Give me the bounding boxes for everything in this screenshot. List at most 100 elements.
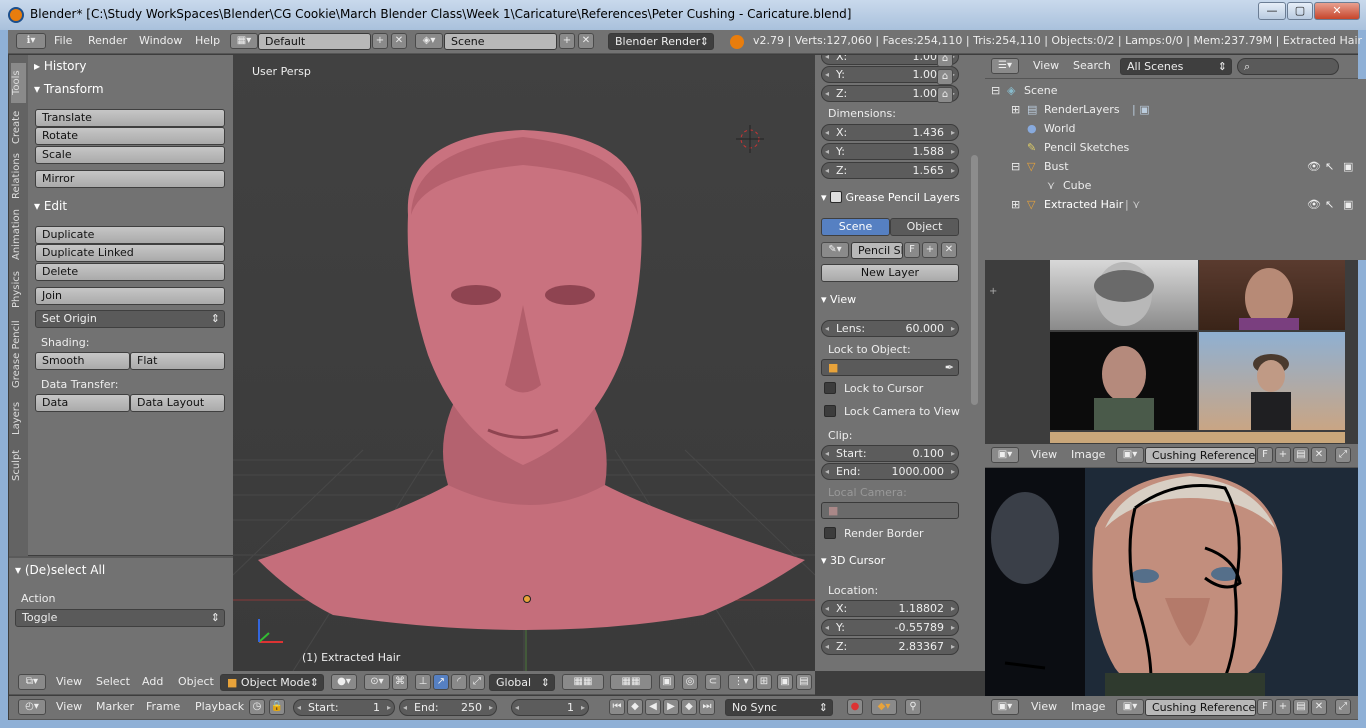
- image-bottom-menu-view[interactable]: View: [1031, 696, 1057, 718]
- lock-to-cursor-checkbox[interactable]: [824, 382, 836, 394]
- cursor-y-field[interactable]: Y: -0.55789: [821, 619, 959, 636]
- close-button[interactable]: ✕: [1314, 2, 1360, 20]
- outliner-row-scene[interactable]: ⊟ ◈ Scene: [985, 81, 1366, 100]
- clip-end-field[interactable]: End: 1000.000: [821, 463, 959, 480]
- screen-layout-field[interactable]: Default: [258, 33, 371, 50]
- translate-button[interactable]: Translate: [35, 109, 225, 127]
- cursor-z-field[interactable]: Z: 2.83367: [821, 638, 959, 655]
- image-bottom-open-icon[interactable]: ▤: [1293, 699, 1309, 715]
- lock-object-field[interactable]: ■ ✒: [821, 359, 959, 376]
- editor-type-outliner-icon[interactable]: ☰▾: [991, 58, 1019, 74]
- render-engine-select[interactable]: Blender Render ⇕: [608, 33, 714, 50]
- outliner-row-bust[interactable]: ⊟ ▽ Bust 👁 ↖ ▣: [985, 157, 1366, 176]
- auto-keying-icon[interactable]: ●: [847, 699, 863, 715]
- browse-image-icon[interactable]: ▣▾: [1116, 447, 1144, 463]
- menu-render[interactable]: Render: [88, 30, 127, 52]
- editor-type-image-bottom-icon[interactable]: ▣▾: [991, 699, 1019, 715]
- timeline-menu-frame[interactable]: Frame: [146, 696, 180, 718]
- render-opengl-icon[interactable]: ▣: [777, 674, 793, 690]
- outliner-menu-search[interactable]: Search: [1073, 55, 1111, 77]
- 3d-cursor-panel-header[interactable]: ▾ 3D Cursor: [821, 552, 885, 570]
- snap-target-icon[interactable]: ⊞: [756, 674, 772, 690]
- tab-physics[interactable]: Physics: [11, 269, 26, 311]
- rotate-button[interactable]: Rotate: [35, 127, 225, 145]
- flat-button[interactable]: Flat: [130, 352, 225, 370]
- menu-file[interactable]: File: [54, 30, 72, 52]
- menu-help[interactable]: Help: [195, 30, 220, 52]
- scene-field[interactable]: Scene: [444, 33, 557, 50]
- tab-animation[interactable]: Animation: [11, 207, 26, 263]
- snap-element-icon[interactable]: ⋮▾: [728, 674, 754, 690]
- data-button[interactable]: Data: [35, 394, 130, 412]
- play-icon[interactable]: ▶: [663, 699, 679, 715]
- history-panel-header[interactable]: ▸ History: [34, 57, 87, 75]
- image-bottom-fake-user-button[interactable]: F: [1257, 699, 1273, 715]
- insert-keyframe-icon[interactable]: ⚲: [905, 699, 921, 715]
- 3d-viewport[interactable]: User Persp (1) Extracted Hair: [233, 55, 815, 671]
- scale-manipulator-icon[interactable]: ⤢: [469, 674, 485, 690]
- lens-field[interactable]: Lens: 60.000: [821, 320, 959, 337]
- menu-select[interactable]: Select: [96, 671, 130, 693]
- action-select[interactable]: Toggle ⇕: [15, 609, 225, 627]
- gp-object-toggle[interactable]: Object: [890, 218, 959, 236]
- outliner-row-world[interactable]: ● World: [985, 119, 1366, 138]
- outliner-row-renderlayers[interactable]: ⊞ ▤ RenderLayers | ▣: [985, 100, 1366, 119]
- bust-visibility-icon[interactable]: 👁: [1307, 157, 1321, 176]
- smooth-button[interactable]: Smooth: [35, 352, 130, 370]
- image-bottom-new-icon[interactable]: +: [1275, 699, 1291, 715]
- gp-scene-toggle[interactable]: Scene: [821, 218, 890, 236]
- image-editor-bottom[interactable]: [985, 468, 1358, 696]
- new-layer-button[interactable]: New Layer: [821, 264, 959, 282]
- editor-type-timeline-icon[interactable]: ◴▾: [18, 699, 46, 715]
- snap-icon[interactable]: ⊂: [705, 674, 721, 690]
- hair-visibility-icon[interactable]: 👁: [1307, 195, 1321, 214]
- scale-button[interactable]: Scale: [35, 146, 225, 164]
- timeline-menu-marker[interactable]: Marker: [96, 696, 134, 718]
- frame-end-field[interactable]: End: 250: [399, 699, 497, 716]
- render-animation-icon[interactable]: ▤: [796, 674, 812, 690]
- menu-object[interactable]: Object: [178, 671, 214, 693]
- jump-start-icon[interactable]: ⏮: [609, 699, 625, 715]
- editor-type-image-icon[interactable]: ▣▾: [991, 447, 1019, 463]
- menu-window[interactable]: Window: [139, 30, 182, 52]
- rotate-manipulator-icon[interactable]: ◜: [451, 674, 467, 690]
- lock-time-icon[interactable]: 🔒: [269, 699, 285, 715]
- grease-pencil-enable-checkbox[interactable]: [830, 191, 843, 203]
- add-layout-icon[interactable]: +: [372, 33, 388, 49]
- pencil-icon[interactable]: ✎▾: [821, 242, 849, 258]
- editor-type-3dview-icon[interactable]: ⧉▾: [18, 674, 46, 690]
- layer-lock-icon[interactable]: ▣: [659, 674, 675, 690]
- image-top-menu-view[interactable]: View: [1031, 444, 1057, 466]
- outliner-menu-view[interactable]: View: [1033, 55, 1059, 77]
- interaction-mode-select[interactable]: ■ Object Mode ⇕: [220, 674, 324, 691]
- minimize-button[interactable]: —: [1258, 2, 1286, 20]
- image-top-menu-image[interactable]: Image: [1071, 444, 1105, 466]
- add-scene-icon[interactable]: +: [559, 33, 575, 49]
- dimension-x-field[interactable]: X: 1.436: [821, 124, 959, 141]
- image-editor-toolshelf-plus-icon[interactable]: +: [989, 286, 997, 297]
- image-top-unlink-icon[interactable]: ✕: [1311, 447, 1327, 463]
- hair-render-icon[interactable]: ▣: [1343, 195, 1353, 214]
- tab-sculpt[interactable]: Sculpt: [11, 445, 26, 485]
- image-top-new-icon[interactable]: +: [1275, 447, 1291, 463]
- image-top-pin-icon[interactable]: ⤢: [1335, 447, 1351, 463]
- cursor-x-field[interactable]: X: 1.18802: [821, 600, 959, 617]
- timeline-menu-playback[interactable]: Playback: [195, 696, 244, 718]
- scene-icon[interactable]: ◈▾: [415, 33, 443, 49]
- edit-panel-header[interactable]: ▾ Edit: [34, 197, 67, 215]
- scene-layers-2-icon[interactable]: ▦▦: [610, 674, 652, 690]
- lock-scale-x-icon[interactable]: ⌂: [937, 55, 953, 67]
- remove-scene-icon[interactable]: ✕: [578, 33, 594, 49]
- dimension-z-field[interactable]: Z: 1.565: [821, 162, 959, 179]
- deselect-all-header[interactable]: ▾ (De)select All: [15, 561, 105, 579]
- transform-orientation-select[interactable]: Global ⇕: [489, 674, 555, 691]
- preview-range-icon[interactable]: ◷: [249, 699, 265, 715]
- duplicate-button[interactable]: Duplicate: [35, 226, 225, 244]
- viewport-shading-icon[interactable]: ●▾: [331, 674, 357, 690]
- grease-pencil-layers-header[interactable]: ▾ Grease Pencil Layers: [821, 189, 960, 207]
- prev-keyframe-icon[interactable]: ◆: [627, 699, 643, 715]
- render-border-checkbox[interactable]: [824, 527, 836, 539]
- transform-panel-header[interactable]: ▾ Transform: [34, 80, 104, 98]
- sync-mode-select[interactable]: No Sync ⇕: [725, 699, 833, 716]
- current-frame-field[interactable]: 1: [511, 699, 589, 716]
